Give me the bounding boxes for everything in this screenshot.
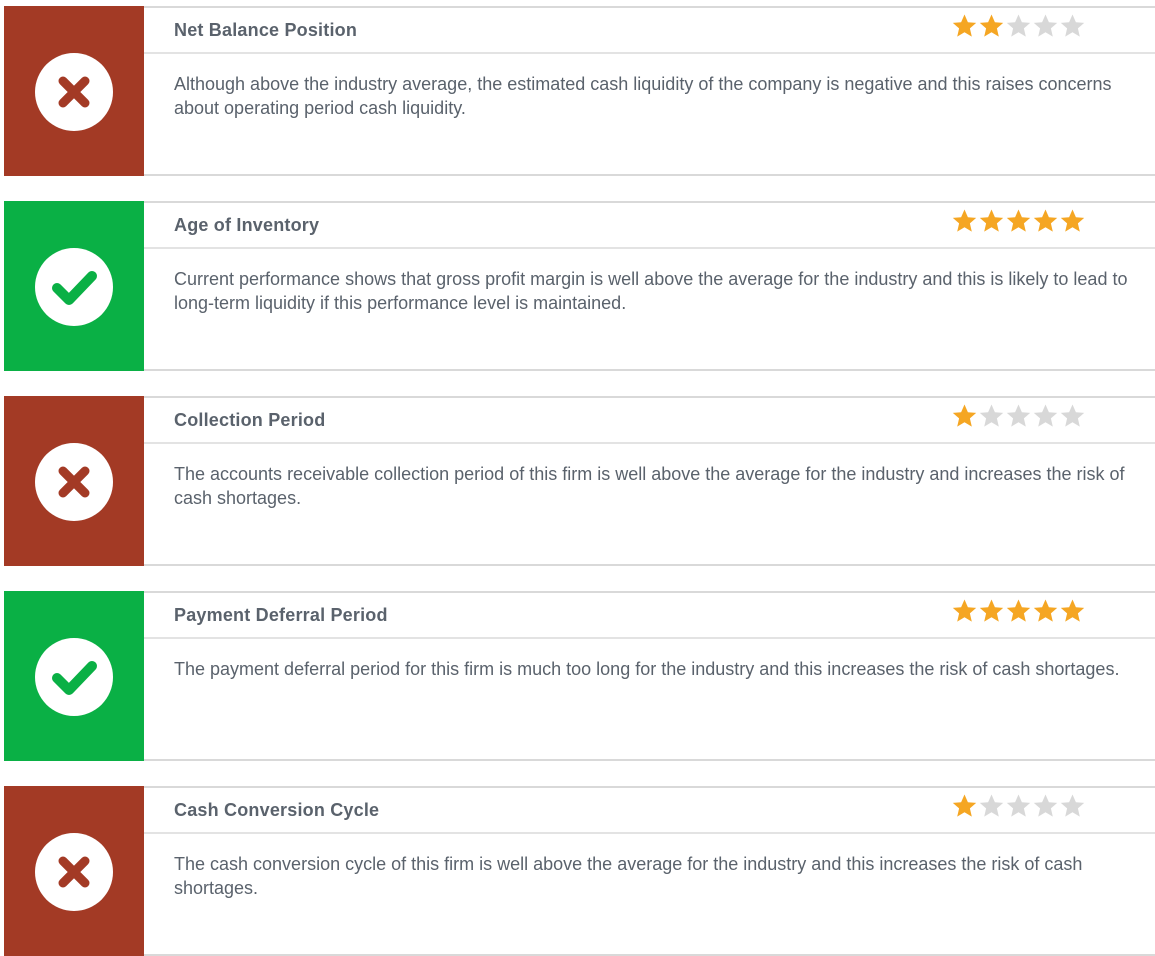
star-rating bbox=[951, 793, 1086, 821]
assessment-list: Net Balance Position Although above the … bbox=[4, 6, 1155, 956]
card-title: Payment Deferral Period bbox=[174, 605, 388, 625]
status-icon-circle bbox=[35, 248, 113, 326]
status-panel bbox=[4, 6, 144, 176]
status-icon-circle bbox=[35, 638, 113, 716]
star-empty-icon bbox=[1033, 14, 1058, 37]
card-title: Cash Conversion Cycle bbox=[174, 800, 380, 820]
star-empty-icon bbox=[1006, 404, 1031, 427]
x-icon bbox=[58, 76, 90, 108]
card-header: Collection Period bbox=[144, 398, 1155, 444]
star-rating bbox=[951, 208, 1086, 236]
status-panel bbox=[4, 786, 144, 956]
card-description: The cash conversion cycle of this firm i… bbox=[174, 854, 1083, 898]
star-filled-icon bbox=[952, 209, 977, 232]
star-rating bbox=[951, 403, 1086, 431]
status-panel bbox=[4, 591, 144, 761]
star-empty-icon bbox=[1060, 404, 1085, 427]
star-filled-icon bbox=[952, 599, 977, 622]
star-empty-icon bbox=[1060, 794, 1085, 817]
status-panel bbox=[4, 396, 144, 566]
star-filled-icon bbox=[1060, 599, 1085, 622]
star-empty-icon bbox=[1006, 794, 1031, 817]
star-rating bbox=[951, 13, 1086, 41]
star-filled-icon bbox=[979, 14, 1004, 37]
star-empty-icon bbox=[1033, 404, 1058, 427]
star-filled-icon bbox=[1033, 209, 1058, 232]
star-empty-icon bbox=[979, 794, 1004, 817]
card-header: Cash Conversion Cycle bbox=[144, 788, 1155, 834]
star-empty-icon bbox=[1060, 14, 1085, 37]
card-header: Payment Deferral Period bbox=[144, 593, 1155, 639]
assessment-card: Age of Inventory Current performance sho… bbox=[4, 201, 1155, 371]
assessment-card: Net Balance Position Although above the … bbox=[4, 6, 1155, 176]
x-icon bbox=[58, 856, 90, 888]
star-empty-icon bbox=[1006, 14, 1031, 37]
card-description: Current performance shows that gross pro… bbox=[174, 269, 1128, 313]
card-title: Collection Period bbox=[174, 410, 326, 430]
card-header: Net Balance Position bbox=[144, 8, 1155, 54]
star-empty-icon bbox=[1033, 794, 1058, 817]
star-rating bbox=[951, 598, 1086, 626]
card-description: The payment deferral period for this fir… bbox=[174, 659, 1120, 679]
status-icon-circle bbox=[35, 833, 113, 911]
card-header: Age of Inventory bbox=[144, 203, 1155, 249]
x-icon bbox=[58, 466, 90, 498]
star-filled-icon bbox=[952, 14, 977, 37]
card-title: Age of Inventory bbox=[174, 215, 320, 235]
star-empty-icon bbox=[979, 404, 1004, 427]
star-filled-icon bbox=[979, 599, 1004, 622]
star-filled-icon bbox=[1033, 599, 1058, 622]
star-filled-icon bbox=[1060, 209, 1085, 232]
assessment-card: Payment Deferral Period The payment defe… bbox=[4, 591, 1155, 761]
star-filled-icon bbox=[952, 404, 977, 427]
star-filled-icon bbox=[1006, 599, 1031, 622]
status-panel bbox=[4, 201, 144, 371]
star-filled-icon bbox=[952, 794, 977, 817]
card-description: Although above the industry average, the… bbox=[174, 74, 1112, 118]
star-filled-icon bbox=[979, 209, 1004, 232]
card-title: Net Balance Position bbox=[174, 20, 358, 40]
status-icon-circle bbox=[35, 53, 113, 131]
status-icon-circle bbox=[35, 443, 113, 521]
assessment-card: Cash Conversion Cycle The cash conversio… bbox=[4, 786, 1155, 956]
check-icon bbox=[52, 271, 97, 305]
star-filled-icon bbox=[1006, 209, 1031, 232]
assessment-card: Collection Period The accounts receivabl… bbox=[4, 396, 1155, 566]
card-description: The accounts receivable collection perio… bbox=[174, 464, 1125, 508]
check-icon bbox=[52, 661, 97, 695]
